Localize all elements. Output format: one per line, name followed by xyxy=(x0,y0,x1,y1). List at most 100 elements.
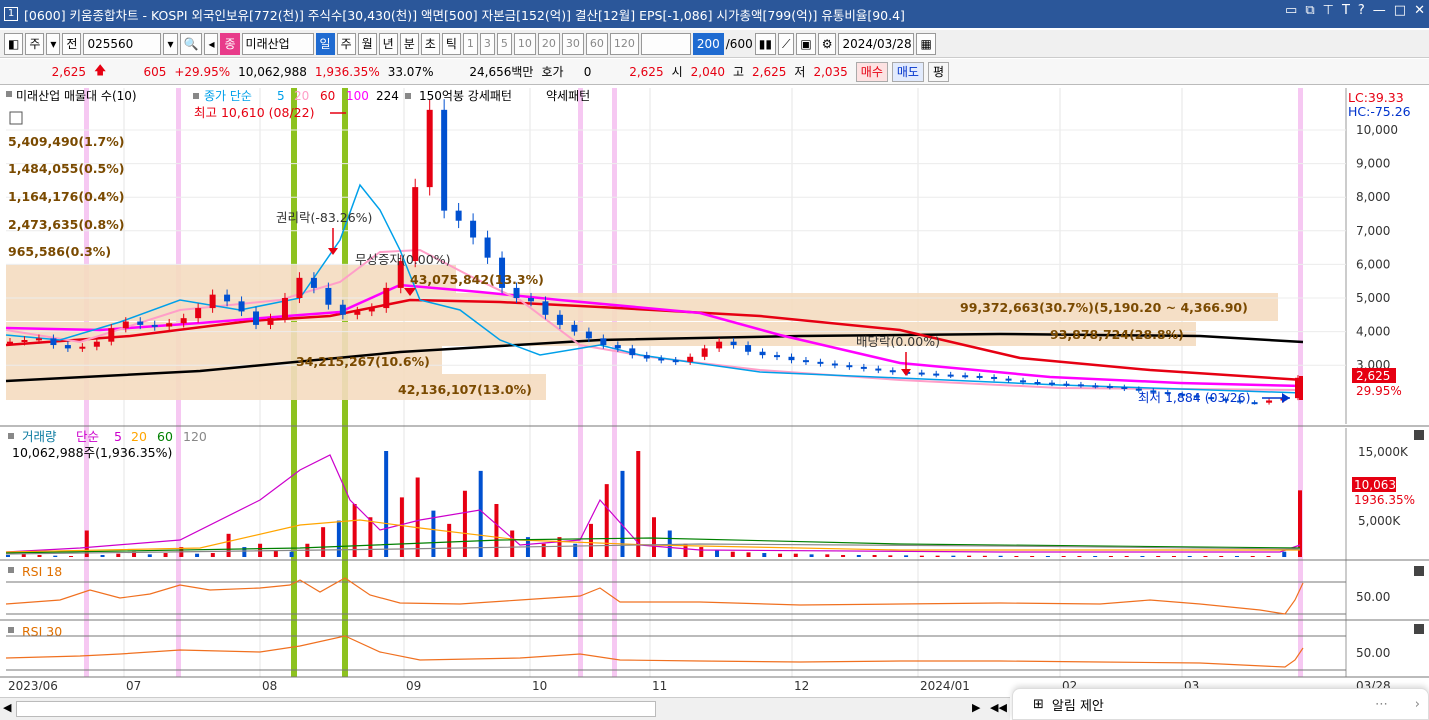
candle-body xyxy=(441,109,448,211)
open-label: 시 xyxy=(671,65,683,79)
search-icon[interactable]: 🔍 xyxy=(179,32,203,55)
volume-bar xyxy=(998,555,1003,557)
volume-bar xyxy=(982,555,987,557)
rsi18-axis: 50.00 xyxy=(1356,590,1390,604)
window-title: [0600] 키움종합차트 - KOSPI 외국인보유[772(천)] 주식수[… xyxy=(24,7,905,23)
line-icon[interactable]: ⟋ xyxy=(777,32,795,55)
help-icon[interactable]: ? xyxy=(1358,3,1365,18)
period-tab-month[interactable]: 월 xyxy=(357,32,377,55)
stock-chart[interactable]: 10,0009,0008,0007,0006,0005,0004,0003,00… xyxy=(0,86,1429,690)
low-label: 저 xyxy=(794,65,806,79)
lc-value: LC:39.33 xyxy=(1348,90,1404,105)
candle-body xyxy=(310,277,317,288)
volume-bar xyxy=(384,451,389,557)
interval-button[interactable]: 20 xyxy=(537,32,560,55)
candle-body xyxy=(1121,387,1128,390)
candle-body xyxy=(281,298,288,319)
candle-body xyxy=(933,373,940,376)
date-label: 07 xyxy=(126,679,141,690)
interval-button[interactable]: 3 xyxy=(479,32,495,55)
candle-body xyxy=(224,294,231,302)
candle-body xyxy=(253,311,260,325)
notice-popup[interactable]: ⊞ 알림 제안 ⋯ › xyxy=(1012,688,1429,720)
candle-body xyxy=(658,358,665,361)
chevron-right-icon[interactable]: › xyxy=(1415,697,1420,712)
interval-button[interactable]: 10 xyxy=(513,32,536,55)
volume-bar xyxy=(856,555,861,557)
volume-bar xyxy=(935,555,940,557)
interval-button[interactable]: 1 xyxy=(462,32,478,55)
scroll-thumb[interactable] xyxy=(16,701,656,717)
zoom-icon[interactable]: ▮▮ xyxy=(754,32,776,55)
candle-body xyxy=(7,341,13,344)
interval-button[interactable]: 30 xyxy=(561,32,584,55)
interval-button[interactable]: 60 xyxy=(585,32,608,55)
price-axis-label: 6,000 xyxy=(1356,257,1390,271)
scroll-left-icon[interactable]: ◀ xyxy=(3,701,11,714)
close-button[interactable]: ✕ xyxy=(1414,3,1425,18)
volume-bar xyxy=(53,555,58,557)
period-tab-day[interactable]: 일 xyxy=(315,32,335,55)
date-input[interactable]: 2024/03/28 xyxy=(838,32,915,55)
chevron-down-icon[interactable]: ▾ xyxy=(163,32,178,55)
expand-icon[interactable]: ⊞ xyxy=(1033,697,1044,712)
profile-label: 34,215,267(10.6%) xyxy=(296,354,430,369)
more-icon[interactable]: ⋯ xyxy=(1375,697,1388,712)
eval-button[interactable]: 평 xyxy=(927,61,950,82)
volume-bar xyxy=(210,553,215,557)
gear-icon[interactable]: ⚙ xyxy=(817,32,837,55)
period-tab-week[interactable]: 주 xyxy=(336,32,356,55)
scroll-first-icon[interactable]: ◀◀ xyxy=(990,701,1007,714)
save-icon[interactable]: ▣ xyxy=(796,32,816,55)
volume-bar xyxy=(1030,556,1035,557)
font-icon[interactable]: T xyxy=(1342,3,1350,18)
pin-icon[interactable]: ⊤ xyxy=(1323,3,1334,18)
count-input[interactable]: 200 xyxy=(692,32,724,55)
high-price: 2,625 xyxy=(752,64,787,79)
candle-body xyxy=(687,356,694,362)
period-select[interactable]: 주 xyxy=(25,32,45,55)
candle-body xyxy=(325,287,332,305)
volume-bar xyxy=(163,553,168,557)
volume-pct-tag: 1936.35% xyxy=(1354,493,1415,507)
calendar-icon[interactable]: ▦ xyxy=(916,32,936,55)
speaker-icon[interactable]: ◂ xyxy=(204,32,219,55)
stock-code-input[interactable]: 025560 xyxy=(83,32,162,55)
cascade-icon[interactable]: ⧉ xyxy=(1305,3,1314,18)
volume-bar xyxy=(69,556,74,557)
chart-menu-icon[interactable]: ◧ xyxy=(4,32,24,55)
current-price-tag: 2,625 xyxy=(1356,369,1390,383)
volume-bar xyxy=(715,550,720,557)
volume-bar xyxy=(1266,556,1271,557)
price-axis-label: 10,000 xyxy=(1356,123,1398,137)
period-tab-second[interactable]: 초 xyxy=(420,32,440,55)
candle-body xyxy=(35,338,42,341)
candle-body xyxy=(643,355,650,359)
scroll-right-icon[interactable]: ▶ xyxy=(972,701,980,714)
interval-button[interactable]: 120 xyxy=(609,32,639,55)
interval-input[interactable] xyxy=(640,32,691,55)
candle-body xyxy=(151,324,158,327)
dividend-annotation: 배당락(0.00%) xyxy=(856,334,940,349)
stock-name-field[interactable]: 미래산업 xyxy=(241,32,314,55)
interval-button[interactable]: 5 xyxy=(496,32,512,55)
candle-body xyxy=(238,301,245,312)
chart-scrollbar[interactable]: ◀ ▶ ◀◀ xyxy=(0,697,1010,720)
volume-bar xyxy=(588,523,593,557)
tile-icon[interactable]: ▭ xyxy=(1285,3,1297,18)
chevron-down-icon[interactable]: ▾ xyxy=(46,32,61,55)
open-price: 2,040 xyxy=(690,64,725,79)
candle-body xyxy=(1077,384,1084,387)
period-tab-year[interactable]: 년 xyxy=(378,32,398,55)
sell-button[interactable]: 매도 xyxy=(891,61,924,82)
prev-button[interactable]: 전 xyxy=(62,32,82,55)
period-tab-tick[interactable]: 틱 xyxy=(441,32,461,55)
volume-bar xyxy=(1187,556,1192,557)
date-label: 2023/06 xyxy=(8,679,58,690)
volume-bar xyxy=(557,537,562,557)
minimize-button[interactable]: — xyxy=(1373,3,1386,18)
buy-button[interactable]: 매수 xyxy=(855,61,888,82)
volume-bar xyxy=(1219,556,1224,557)
period-tab-minute[interactable]: 분 xyxy=(399,32,419,55)
maximize-button[interactable]: □ xyxy=(1394,3,1406,18)
